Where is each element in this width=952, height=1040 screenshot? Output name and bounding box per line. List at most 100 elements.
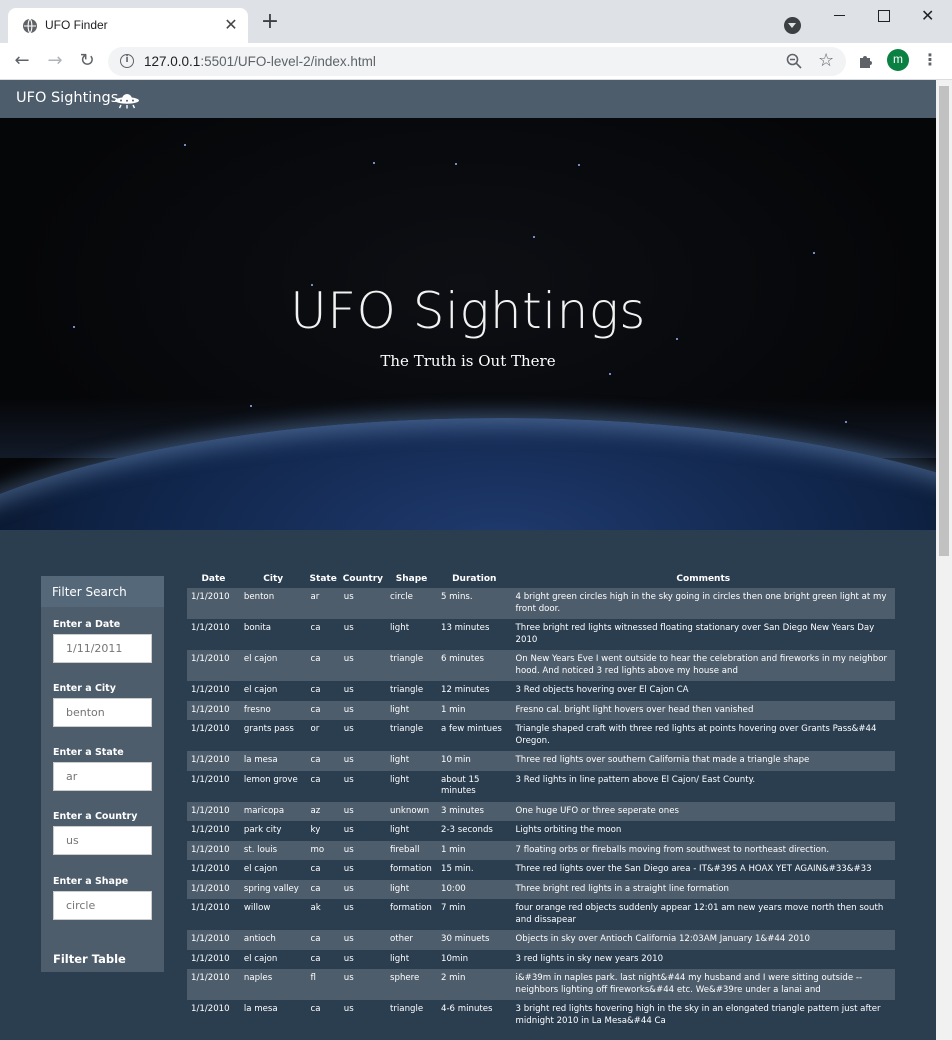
cell-duration: 2-3 seconds <box>436 821 512 841</box>
shape-input[interactable] <box>53 891 152 920</box>
cell-state: ca <box>306 650 340 681</box>
page-scrollbar[interactable] <box>936 80 952 1040</box>
cell-shape: light <box>386 619 437 650</box>
cell-date: 1/1/2010 <box>187 899 240 930</box>
profile-avatar[interactable]: m <box>887 49 909 71</box>
cell-state: or <box>306 720 340 751</box>
cell-comments: i&#39m in naples park. last night&#44 my… <box>511 969 895 1000</box>
back-arrow-icon[interactable]: ← <box>12 51 32 71</box>
cell-date: 1/1/2010 <box>187 1000 240 1031</box>
cell-shape: light <box>386 700 437 720</box>
cell-duration: 1 min <box>436 840 512 860</box>
cell-country: us <box>339 879 387 899</box>
cell-city: la mesa <box>239 751 307 771</box>
browser-tab[interactable]: UFO Finder ✕ <box>8 8 248 43</box>
cell-duration: about 15 minutes <box>436 770 512 802</box>
table-row: 1/1/2010 antioch ca us other 30 minuets Object… <box>187 930 895 950</box>
cell-country: us <box>339 751 387 771</box>
tab-search-icon[interactable] <box>784 17 801 34</box>
cell-duration: 2 min <box>436 969 512 1000</box>
cell-shape: circle <box>386 588 437 619</box>
date-input[interactable] <box>53 634 152 663</box>
city-input[interactable] <box>53 698 152 727</box>
table-row: 1/1/2010 benton ar us circle 5 mins. 4 bright … <box>187 588 895 619</box>
cell-city: fresno <box>239 700 307 720</box>
ufo-icon <box>115 94 139 109</box>
cell-date: 1/1/2010 <box>187 949 240 969</box>
info-icon[interactable]: i <box>120 54 134 68</box>
cell-date: 1/1/2010 <box>187 588 240 619</box>
cell-country: us <box>339 619 387 650</box>
cell-shape: light <box>386 821 437 841</box>
cell-state: ca <box>306 949 340 969</box>
cell-comments: Triangle shaped craft with three red lig… <box>511 720 895 751</box>
cell-comments: 3 Red objects hovering over El Cajon CA <box>511 681 895 701</box>
filter-table-button[interactable]: Filter Table <box>53 952 126 966</box>
cell-country: us <box>339 949 387 969</box>
state-label: Enter a State <box>53 747 124 758</box>
cell-state: ar <box>306 588 340 619</box>
cell-duration: 4-6 minutes <box>436 1000 512 1031</box>
cell-country: us <box>339 840 387 860</box>
cell-shape: sphere <box>386 969 437 1000</box>
url-path: :5501/UFO-level-2/index.html <box>200 54 376 69</box>
cell-city: lemon grove <box>239 770 307 802</box>
close-tab-icon[interactable]: ✕ <box>222 16 240 34</box>
reload-icon[interactable]: ↻ <box>77 51 97 71</box>
header-state: State <box>309 574 337 584</box>
forward-arrow-icon[interactable]: → <box>45 51 65 71</box>
cell-comments: 3 red lights in sky new years 2010 <box>511 949 895 969</box>
maximize-icon[interactable] <box>860 0 906 30</box>
browser-toolbar: ← → ↻ i 127.0.0.1:5501/UFO-level-2/index… <box>0 43 952 80</box>
brand-link[interactable]: UFO Sightings <box>16 90 118 106</box>
cell-comments: 3 bright red lights hovering high in the… <box>511 1000 895 1031</box>
cell-country: us <box>339 770 387 802</box>
cell-shape: light <box>386 949 437 969</box>
cell-duration: 10min <box>436 949 512 969</box>
cell-state: ca <box>306 860 340 880</box>
tab-title: UFO Finder <box>45 18 108 32</box>
state-input[interactable] <box>53 762 152 791</box>
cell-date: 1/1/2010 <box>187 751 240 771</box>
cell-date: 1/1/2010 <box>187 840 240 860</box>
filter-city-group: Enter a City <box>53 683 153 727</box>
cell-country: us <box>339 801 387 821</box>
cell-state: ca <box>306 619 340 650</box>
date-label: Enter a Date <box>53 619 121 630</box>
close-window-icon[interactable]: ✕ <box>905 0 951 30</box>
table-row: 1/1/2010 la mesa ca us triangle 4-6 minutes 3 … <box>187 1000 895 1031</box>
country-input[interactable] <box>53 826 152 855</box>
cell-shape: light <box>386 751 437 771</box>
minimize-icon[interactable] <box>816 0 862 30</box>
table-row: 1/1/2010 la mesa ca us light 10 min Three red … <box>187 751 895 771</box>
cell-state: ca <box>306 700 340 720</box>
address-bar[interactable]: i 127.0.0.1:5501/UFO-level-2/index.html … <box>108 47 846 76</box>
cell-city: willow <box>239 899 307 930</box>
cell-comments: Three bright red lights in a straight li… <box>511 879 895 899</box>
cell-country: us <box>339 681 387 701</box>
cell-date: 1/1/2010 <box>187 930 240 950</box>
cell-comments: four orange red objects suddenly appear … <box>511 899 895 930</box>
cell-date: 1/1/2010 <box>187 650 240 681</box>
cell-country: us <box>339 930 387 950</box>
cell-country: us <box>339 1000 387 1031</box>
new-tab-icon[interactable]: + <box>260 11 280 33</box>
cell-state: ca <box>306 751 340 771</box>
filter-country-group: Enter a Country <box>53 811 153 855</box>
bookmark-star-icon[interactable]: ☆ <box>818 50 834 71</box>
zoom-out-icon[interactable] <box>786 53 802 69</box>
menu-dots-icon[interactable]: ⋮ <box>922 49 938 71</box>
cell-comments: 4 bright green circles high in the sky g… <box>511 588 895 619</box>
hero-title: UFO Sightings <box>290 282 646 340</box>
scrollbar-thumb[interactable] <box>939 86 949 556</box>
cell-shape: triangle <box>386 681 437 701</box>
extensions-puzzle-icon[interactable] <box>857 52 875 70</box>
cell-date: 1/1/2010 <box>187 720 240 751</box>
header-comments: Comments <box>676 574 731 584</box>
cell-state: ca <box>306 770 340 802</box>
cell-shape: triangle <box>386 650 437 681</box>
table-row: 1/1/2010 willow ak us formation 7 min four ora… <box>187 899 895 930</box>
filter-date-group: Enter a Date <box>53 619 153 663</box>
table-row: 1/1/2010 el cajon ca us triangle 12 minutes 3 … <box>187 681 895 701</box>
url-text[interactable]: 127.0.0.1:5501/UFO-level-2/index.html <box>144 54 376 69</box>
